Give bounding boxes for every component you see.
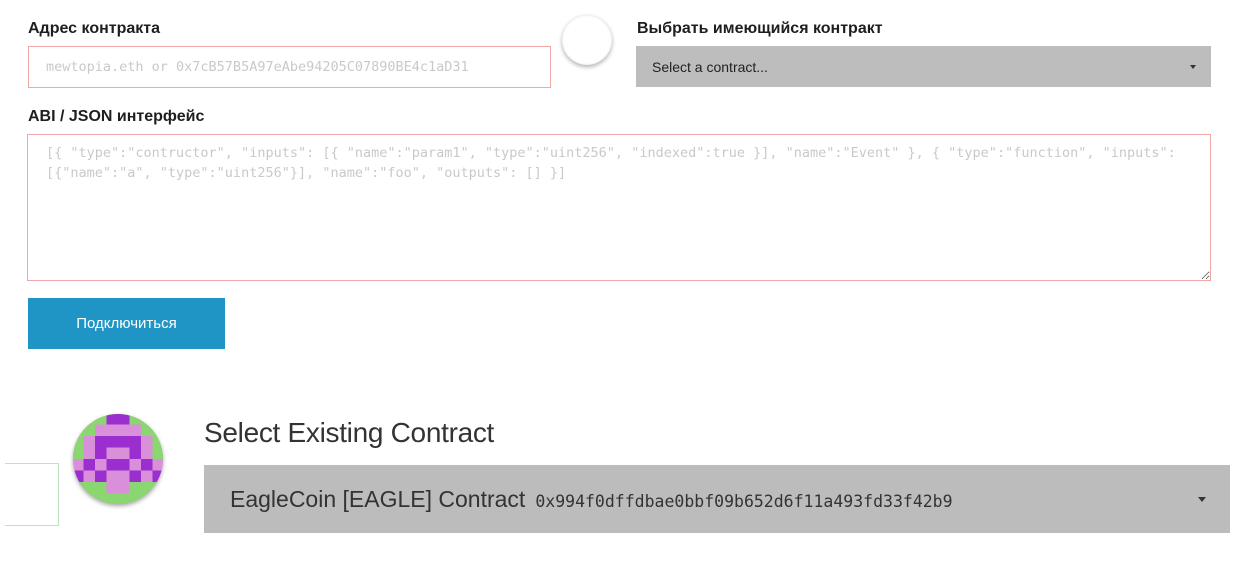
contract-address-input[interactable] <box>28 46 551 88</box>
selected-contract-name: EagleCoin [EAGLE] Contract <box>230 485 526 512</box>
caret-down-icon <box>1190 64 1196 69</box>
existing-contract-dropdown[interactable]: EagleCoin [EAGLE] Contract 0x994f0dffdba… <box>204 465 1230 533</box>
select-existing-contract-heading: Select Existing Contract <box>204 417 495 448</box>
contract-select-value: Select a contract... <box>652 58 768 75</box>
caret-down-icon <box>1198 496 1206 502</box>
abi-json-textarea[interactable] <box>27 134 1211 281</box>
contract-select-dropdown[interactable]: Select a contract... <box>636 46 1211 87</box>
selected-contract: EagleCoin [EAGLE] Contract 0x994f0dffdba… <box>230 486 953 513</box>
interact-page: Адрес контракта Выбрать имеющийся контра… <box>0 0 1241 572</box>
connect-button[interactable]: Подключиться <box>28 298 225 349</box>
contract-address-label: Адрес контракта <box>28 20 160 37</box>
contract-identicon <box>73 414 163 504</box>
abi-json-label: ABI / JSON интерфейс <box>28 108 205 125</box>
select-existing-contract-label: Выбрать имеющийся контракт <box>637 20 883 37</box>
selected-contract-address: 0x994f0dffdbae0bbf09b652d6f11a493fd33f42… <box>535 491 953 511</box>
cropped-input-box <box>5 463 59 526</box>
empty-identicon <box>562 15 612 65</box>
